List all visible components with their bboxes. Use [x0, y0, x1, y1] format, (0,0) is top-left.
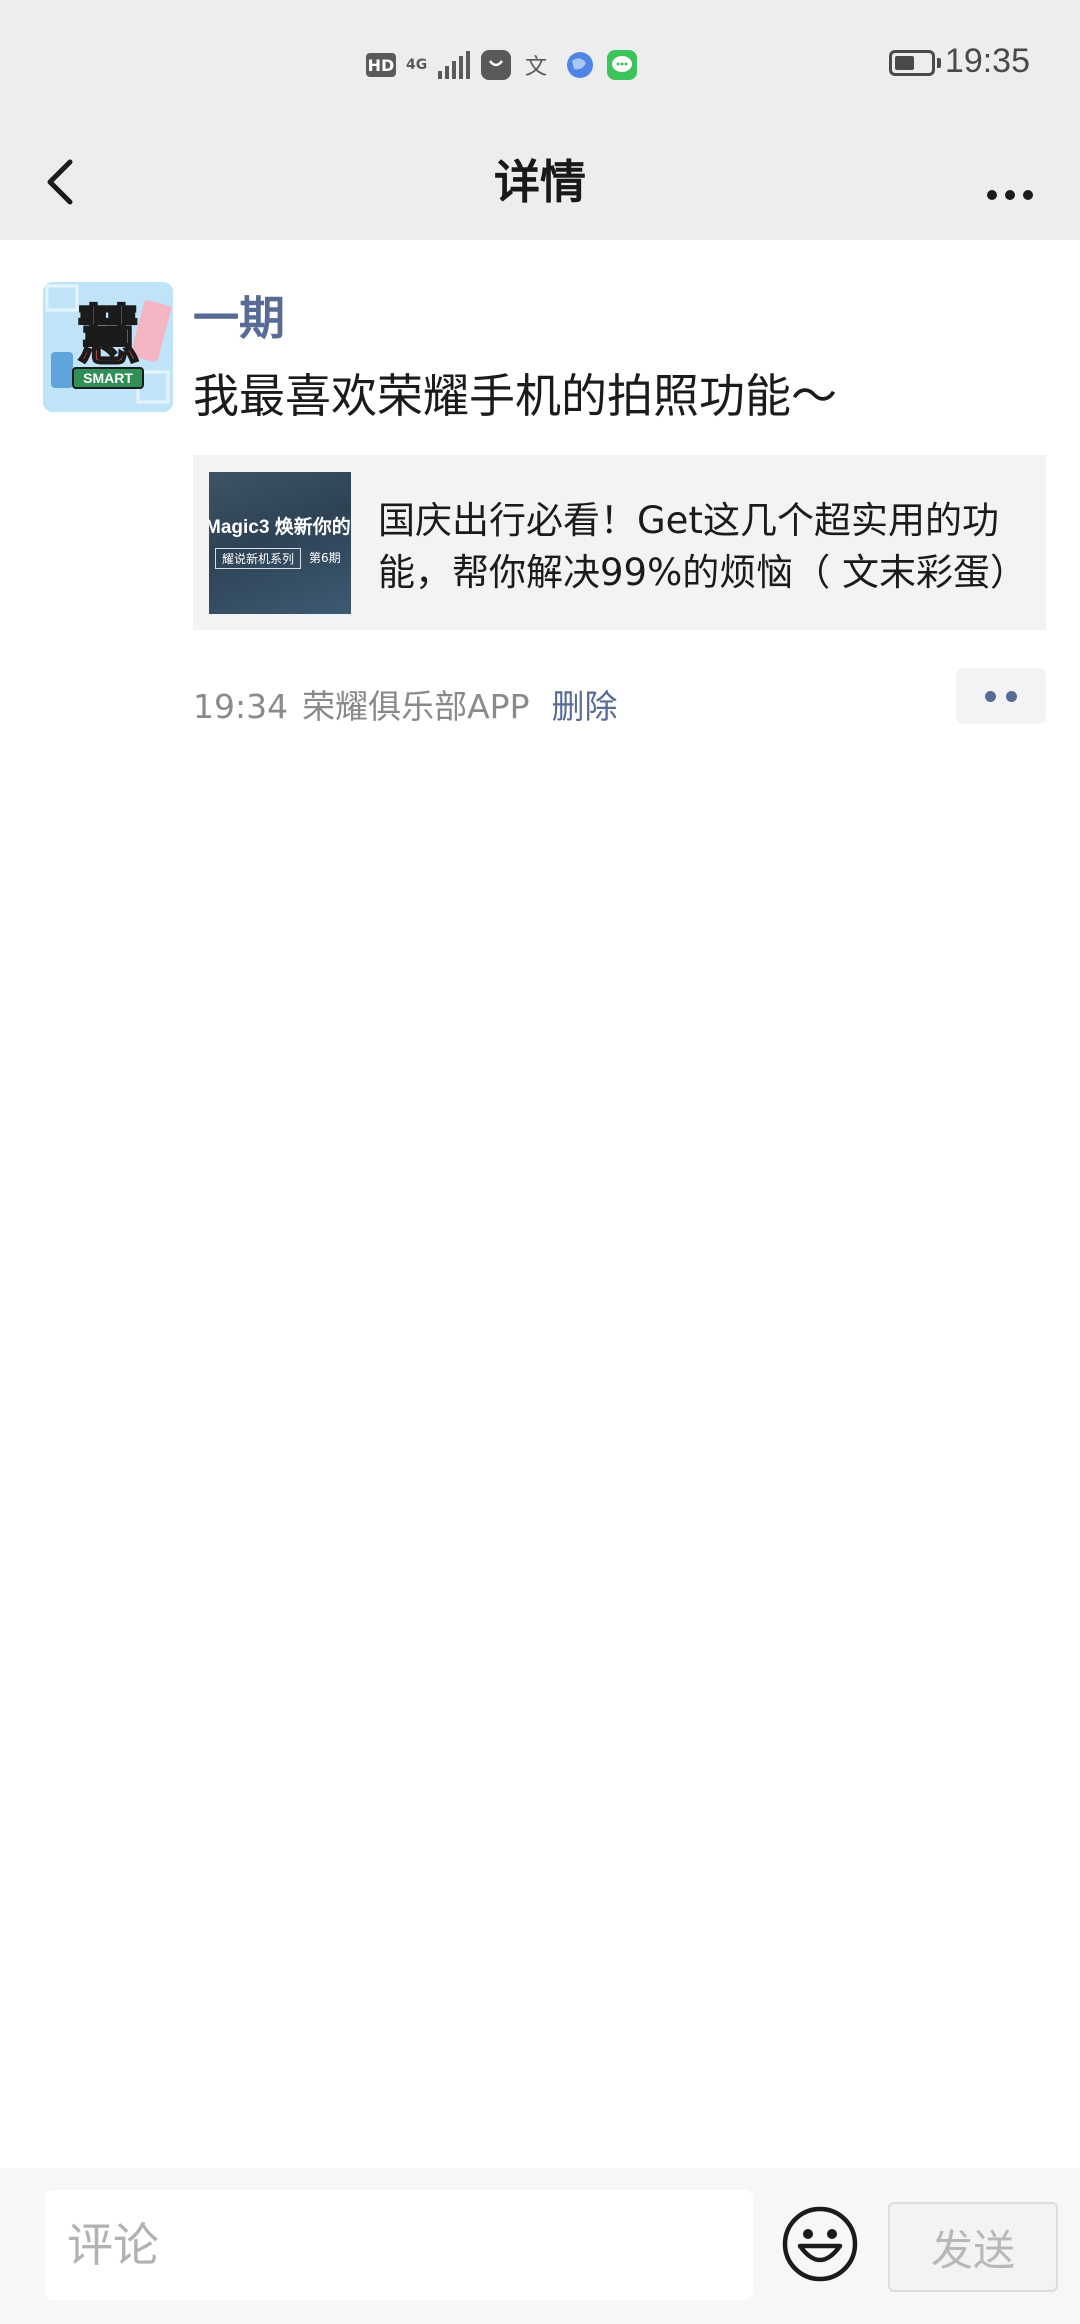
- post-text: 我最喜欢荣耀手机的拍照功能～: [193, 369, 837, 423]
- svg-text:文: 文: [525, 55, 547, 80]
- battery-icon: [889, 50, 941, 76]
- avatar-sub: SMART: [83, 370, 133, 386]
- send-button[interactable]: 发送: [888, 2202, 1058, 2292]
- signal-icon: [438, 51, 470, 79]
- thumb-issue: 第6期: [309, 551, 341, 565]
- link-title: 国庆出行必看！Get这几个超实用的功能，帮你解决99%的烦恼（ 文末彩蛋）: [378, 499, 1023, 594]
- dot-icon: [985, 690, 996, 702]
- hd-badge: HD: [366, 53, 396, 77]
- post-meta: 19:34 荣耀俱乐部APP 删除: [193, 680, 617, 728]
- page-title: 详情: [494, 155, 586, 209]
- post-username[interactable]: 一期: [193, 282, 285, 348]
- avatar-image: 慧 SMART: [43, 282, 173, 412]
- dot-icon: [1006, 690, 1017, 702]
- thumb-title: Magic3 焕新你的: [209, 517, 351, 538]
- more-dots-icon[interactable]: [970, 152, 1050, 212]
- status-icons: HD 4G 文: [366, 47, 638, 83]
- battery-level: [895, 56, 914, 70]
- status-time: 19:35: [944, 42, 1030, 80]
- thumb-tag: 耀说新机系列: [215, 548, 302, 569]
- link-thumbnail: Magic3 焕新你的 耀说新机系列 第6期: [209, 472, 351, 614]
- status-bar: HD 4G 文 19:35: [0, 0, 1080, 130]
- avatar-glyph: 慧: [76, 300, 140, 374]
- post-time: 19:34: [193, 687, 289, 726]
- network-type: 4G: [406, 57, 428, 73]
- comment-input[interactable]: [45, 2190, 753, 2300]
- delete-button[interactable]: 删除: [551, 687, 617, 726]
- comment-bar: 发送: [0, 2168, 1080, 2324]
- shared-link-card[interactable]: Magic3 焕新你的 耀说新机系列 第6期 国庆出行必看！Get这几个超实用的…: [193, 455, 1046, 630]
- like-comment-button[interactable]: [956, 668, 1046, 724]
- avatar[interactable]: 慧 SMART: [43, 282, 173, 412]
- shopping-bag-icon: [481, 50, 511, 80]
- smiley-icon[interactable]: [780, 2204, 860, 2284]
- translate-icon: 文: [525, 55, 547, 80]
- browser-icon: [567, 52, 593, 78]
- post-source: 荣耀俱乐部APP: [302, 687, 530, 726]
- message-icon: [607, 50, 637, 80]
- nav-bar: 详情: [0, 130, 1080, 240]
